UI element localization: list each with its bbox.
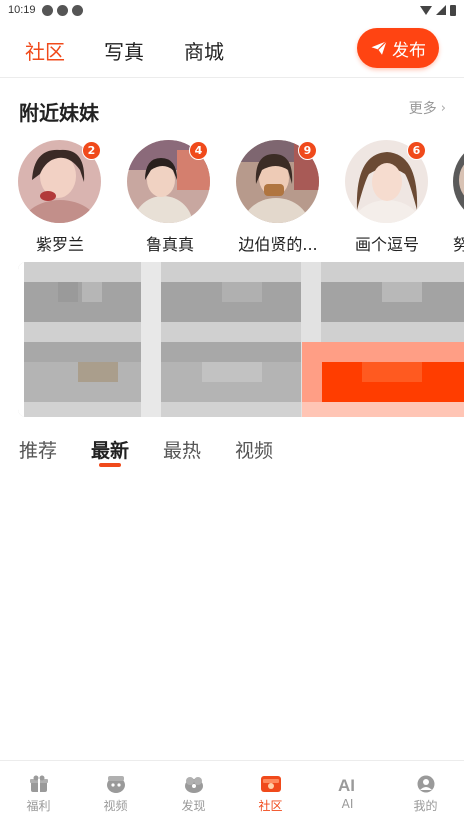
notification-icon (41, 4, 53, 16)
telegram-icon (56, 4, 68, 16)
unread-badge: 2 (82, 141, 101, 160)
tab-recommended[interactable]: 推荐 (19, 436, 57, 463)
discover-icon (183, 774, 205, 794)
nav-label: 发现 (181, 799, 206, 813)
nav-label: 社区 (258, 799, 283, 813)
tab-videos[interactable]: 视频 (235, 436, 273, 463)
nav-label: 福利 (26, 799, 51, 813)
nav-item-community[interactable]: 社区 (232, 761, 309, 825)
signal-icon (436, 5, 446, 15)
gift-icon (28, 774, 50, 794)
top-nav: 社区 写真 商城 发布 (0, 20, 464, 77)
person-name: 努 (452, 235, 464, 252)
nav-item-video[interactable]: 视频 (77, 761, 154, 825)
more-link[interactable]: 更多 › (409, 98, 446, 118)
publish-button[interactable]: 发布 (357, 28, 439, 68)
nearby-people-list: 2 紫罗兰 4 鲁真真 9 边伯贤的... 6 画个逗号 努 (0, 140, 464, 252)
nav-item-profile[interactable]: 我的 (387, 761, 464, 825)
community-icon (260, 774, 282, 794)
unread-badge: 6 (407, 141, 426, 160)
tab-mall[interactable]: 商城 (184, 36, 224, 65)
wifi-icon (420, 5, 432, 15)
unread-badge: 4 (189, 141, 208, 160)
tab-community[interactable]: 社区 (25, 36, 65, 65)
feed-tabs: 推荐 最新 最热 视频 (0, 433, 464, 473)
avatar (453, 140, 464, 223)
unread-badge: 9 (298, 141, 317, 160)
video-icon (105, 774, 127, 794)
nav-item-ai[interactable]: AI AI (309, 761, 386, 825)
person-name: 紫罗兰 (35, 235, 84, 252)
ai-icon: AI (337, 774, 359, 794)
more-label: 更多 (408, 101, 437, 117)
paper-plane-icon (371, 40, 387, 55)
bottom-nav: 福利 视频 发现 社区 AI AI 我的 (0, 760, 464, 825)
divider (0, 77, 464, 78)
promo-banner[interactable] (18, 262, 464, 417)
tab-hottest[interactable]: 最热 (163, 436, 201, 463)
tab-latest[interactable]: 最新 (91, 436, 129, 463)
nav-label: 视频 (103, 799, 128, 813)
publish-label: 发布 (392, 40, 426, 61)
nav-item-welfare[interactable]: 福利 (0, 761, 77, 825)
cat-icon (71, 4, 83, 16)
battery-icon (450, 4, 456, 16)
person-name: 鲁真真 (145, 235, 194, 252)
section-title-nearby: 附近妹妹 (19, 101, 99, 125)
svg-text:AI: AI (338, 776, 355, 794)
profile-icon (415, 774, 437, 794)
status-time: 10:19 (8, 4, 36, 16)
nav-label: 我的 (413, 799, 438, 813)
status-bar: 10:19 (0, 0, 464, 20)
nav-item-discover[interactable]: 发现 (155, 761, 232, 825)
active-tab-indicator (99, 463, 121, 467)
person-name: 边伯贤的... (238, 235, 318, 252)
chevron-right-icon: › (440, 100, 446, 116)
tab-photos[interactable]: 写真 (104, 36, 144, 65)
nav-label: AI (341, 797, 354, 811)
